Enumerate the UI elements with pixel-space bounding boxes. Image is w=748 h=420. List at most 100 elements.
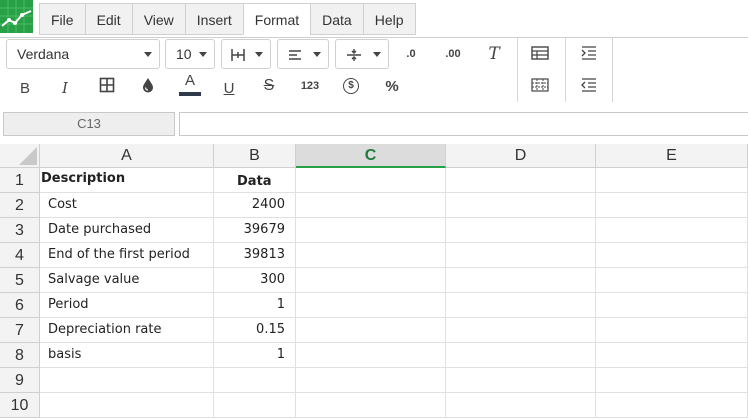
cell-d2[interactable] bbox=[446, 193, 596, 218]
cell-b4[interactable]: 39813 bbox=[214, 243, 296, 268]
cell-a5[interactable]: Salvage value bbox=[40, 268, 214, 293]
column-header-b[interactable]: B bbox=[214, 144, 296, 168]
row-header-1[interactable]: 1 bbox=[0, 168, 40, 193]
cell-d8[interactable] bbox=[446, 343, 596, 368]
cell-b6[interactable]: 1 bbox=[214, 293, 296, 318]
decrease-indent-button[interactable] bbox=[574, 73, 604, 99]
row-header-6[interactable]: 6 bbox=[0, 293, 40, 318]
cell-b5[interactable]: 300 bbox=[214, 268, 296, 293]
cell-e7[interactable] bbox=[596, 318, 748, 343]
cell-e8[interactable] bbox=[596, 343, 748, 368]
font-family-select[interactable]: Verdana bbox=[6, 39, 160, 69]
cell-d5[interactable] bbox=[446, 268, 596, 293]
row-header-3[interactable]: 3 bbox=[0, 218, 40, 243]
vertical-align-select[interactable] bbox=[335, 39, 389, 69]
cell-e4[interactable] bbox=[596, 243, 748, 268]
cell-border-button[interactable] bbox=[92, 73, 122, 99]
fill-color-button[interactable] bbox=[133, 73, 163, 99]
row-header-7[interactable]: 7 bbox=[0, 318, 40, 343]
cell-c4[interactable] bbox=[296, 243, 446, 268]
cell-d3[interactable] bbox=[446, 218, 596, 243]
decrease-decimal-button[interactable]: .0 bbox=[396, 41, 426, 67]
column-header-c[interactable]: C bbox=[296, 144, 446, 168]
cell-e6[interactable] bbox=[596, 293, 748, 318]
cell-d1[interactable] bbox=[446, 168, 596, 193]
cell-b8[interactable]: 1 bbox=[214, 343, 296, 368]
cell-c3[interactable] bbox=[296, 218, 446, 243]
column-header-e[interactable]: E bbox=[596, 144, 748, 168]
clear-format-button[interactable]: T bbox=[479, 41, 509, 67]
cell-d7[interactable] bbox=[446, 318, 596, 343]
cell-d6[interactable] bbox=[446, 293, 596, 318]
cell-c1[interactable] bbox=[296, 168, 446, 193]
cell-a4[interactable]: End of the first period bbox=[40, 243, 214, 268]
menu-format[interactable]: Format bbox=[242, 3, 312, 35]
strikethrough-button[interactable]: S bbox=[254, 73, 284, 99]
row-header-2[interactable]: 2 bbox=[0, 193, 40, 218]
cell-e10[interactable] bbox=[596, 393, 748, 418]
currency-button[interactable]: $ bbox=[336, 73, 366, 99]
menu-view[interactable]: View bbox=[131, 3, 186, 35]
formula-input[interactable] bbox=[179, 112, 748, 136]
cell-a2[interactable]: Cost bbox=[40, 193, 214, 218]
menu-insert[interactable]: Insert bbox=[184, 3, 244, 35]
column-header-d[interactable]: D bbox=[446, 144, 596, 168]
merge-cells-button[interactable] bbox=[525, 73, 555, 99]
clear-format-icon: T bbox=[488, 44, 500, 64]
row-header-10[interactable]: 10 bbox=[0, 393, 40, 418]
font-color-button[interactable]: A bbox=[175, 71, 205, 97]
increase-indent-button[interactable] bbox=[574, 41, 604, 67]
cell-a3[interactable]: Date purchased bbox=[40, 218, 214, 243]
cell-e1[interactable] bbox=[596, 168, 748, 193]
underline-button[interactable]: U bbox=[214, 75, 244, 101]
italic-button[interactable]: I bbox=[50, 75, 80, 101]
percent-button[interactable]: % bbox=[377, 73, 407, 99]
select-all-corner[interactable] bbox=[0, 144, 40, 168]
align-select[interactable] bbox=[277, 39, 329, 69]
cell-c9[interactable] bbox=[296, 368, 446, 393]
column-header-a[interactable]: A bbox=[40, 144, 214, 168]
row-header-9[interactable]: 9 bbox=[0, 368, 40, 393]
increase-decimal-button[interactable]: .00 bbox=[438, 41, 468, 67]
cell-c2[interactable] bbox=[296, 193, 446, 218]
cell-c6[interactable] bbox=[296, 293, 446, 318]
cell-a7[interactable]: Depreciation rate bbox=[40, 318, 214, 343]
cell-d4[interactable] bbox=[446, 243, 596, 268]
cell-c10[interactable] bbox=[296, 393, 446, 418]
cell-d9[interactable] bbox=[446, 368, 596, 393]
bold-button[interactable]: B bbox=[10, 75, 40, 101]
cell-a1[interactable]: Description bbox=[40, 168, 214, 193]
cell-e5[interactable] bbox=[596, 268, 748, 293]
row-header-4[interactable]: 4 bbox=[0, 243, 40, 268]
cell-e3[interactable] bbox=[596, 218, 748, 243]
cell-reference-box[interactable]: C13 bbox=[3, 112, 175, 136]
cell-b9[interactable] bbox=[214, 368, 296, 393]
cell-b1[interactable]: Data bbox=[214, 168, 296, 193]
row-header-5[interactable]: 5 bbox=[0, 268, 40, 293]
row-header-8[interactable]: 8 bbox=[0, 343, 40, 368]
cell-b3[interactable]: 39679 bbox=[214, 218, 296, 243]
menu-data[interactable]: Data bbox=[310, 3, 364, 35]
cell-e2[interactable] bbox=[596, 193, 748, 218]
cell-a6[interactable]: Period bbox=[40, 293, 214, 318]
menu-help[interactable]: Help bbox=[362, 3, 416, 35]
cell-a10[interactable] bbox=[40, 393, 214, 418]
menu-edit[interactable]: Edit bbox=[84, 3, 133, 35]
number-format-button[interactable]: 123 bbox=[295, 73, 325, 99]
italic-icon: I bbox=[62, 79, 68, 97]
app-logo-icon[interactable] bbox=[0, 0, 33, 33]
cell-c8[interactable] bbox=[296, 343, 446, 368]
cell-c7[interactable] bbox=[296, 318, 446, 343]
cell-a8[interactable]: basis bbox=[40, 343, 214, 368]
cell-b10[interactable] bbox=[214, 393, 296, 418]
font-size-select[interactable]: 10 bbox=[165, 39, 215, 69]
borders-select[interactable] bbox=[221, 39, 271, 69]
cell-a9[interactable] bbox=[40, 368, 214, 393]
cell-c5[interactable] bbox=[296, 268, 446, 293]
cell-b7[interactable]: 0.15 bbox=[214, 318, 296, 343]
cell-d10[interactable] bbox=[446, 393, 596, 418]
menu-file[interactable]: File bbox=[39, 3, 86, 35]
cell-b2[interactable]: 2400 bbox=[214, 193, 296, 218]
table-format-button[interactable] bbox=[525, 41, 555, 67]
cell-e9[interactable] bbox=[596, 368, 748, 393]
